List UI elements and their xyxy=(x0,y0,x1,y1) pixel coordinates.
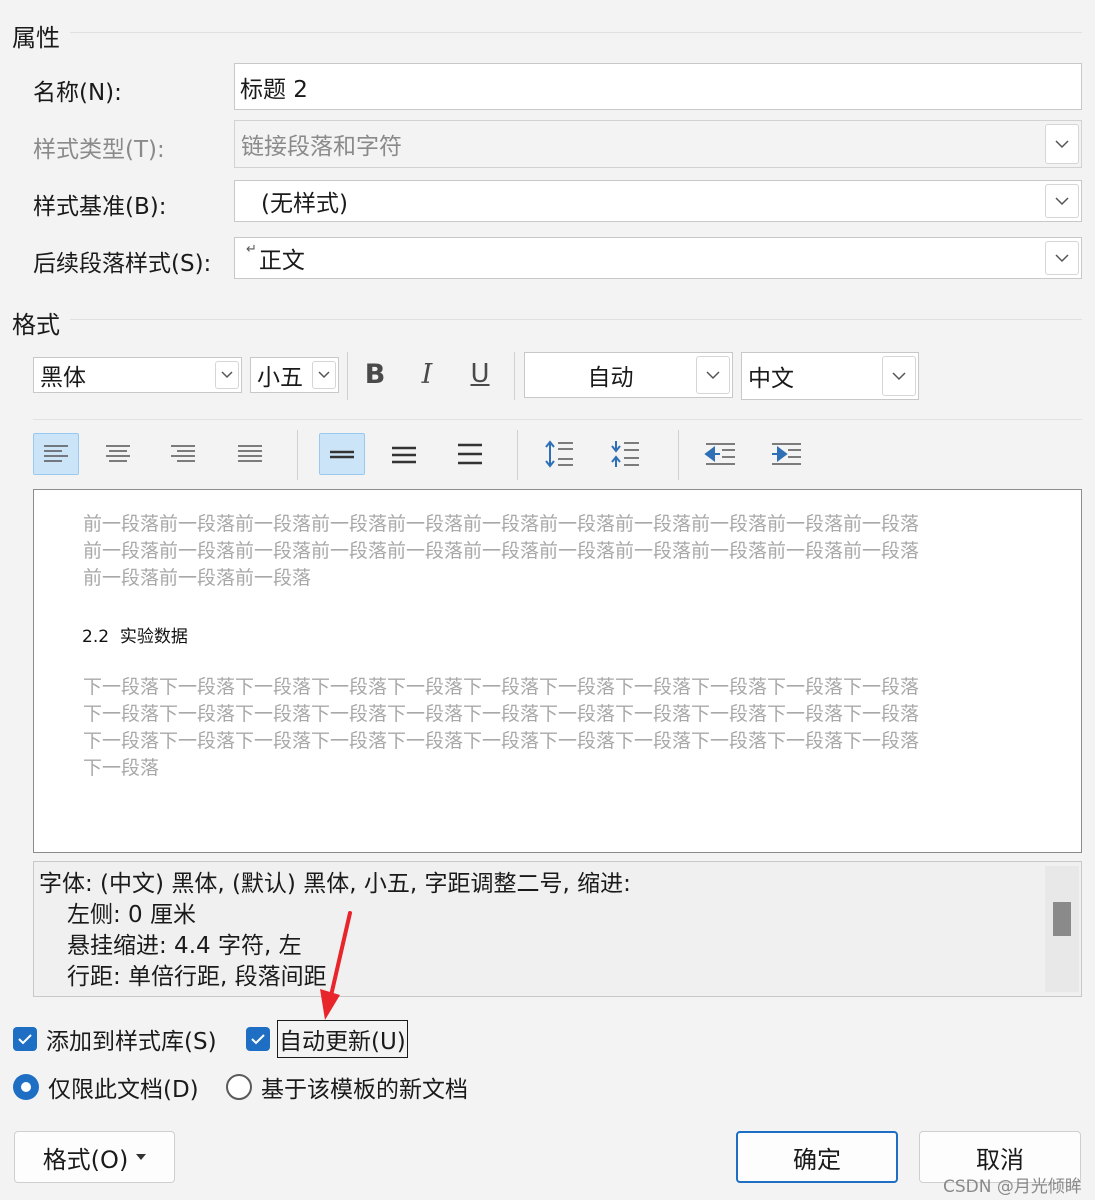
align-center-button[interactable] xyxy=(95,433,141,475)
bold-button[interactable]: B xyxy=(355,356,395,392)
only-this-doc-radio[interactable]: 仅限此文档(D) xyxy=(13,1070,199,1104)
name-label: 名称(N): xyxy=(33,80,122,106)
properties-section-title: 属性 xyxy=(12,24,60,52)
auto-update-checkbox[interactable]: 自动更新(U) xyxy=(246,1020,408,1058)
format-section-title: 格式 xyxy=(12,311,60,339)
auto-update-label: 自动更新(U) xyxy=(277,1020,408,1058)
align-right-icon xyxy=(171,445,195,462)
based-on-label: 样式基准(B): xyxy=(33,194,167,220)
single-spacing-button[interactable] xyxy=(319,433,365,475)
chevron-down-icon xyxy=(882,356,916,396)
next-style-value: 正文 xyxy=(258,248,305,274)
italic-button[interactable]: I xyxy=(407,356,447,392)
radio-selected-icon xyxy=(13,1074,39,1100)
align-left-icon xyxy=(44,445,68,462)
double-spacing-button[interactable] xyxy=(447,433,493,475)
align-left-button[interactable] xyxy=(33,433,79,475)
scrollbar-thumb[interactable] xyxy=(1053,902,1071,936)
align-center-icon xyxy=(106,445,130,462)
one-half-spacing-icon xyxy=(392,446,416,464)
toolbar-separator xyxy=(347,352,348,400)
add-to-gallery-checkbox[interactable]: 添加到样式库(S) xyxy=(13,1022,217,1056)
format-menu-button[interactable]: 格式(O) xyxy=(14,1131,175,1183)
increase-indent-icon xyxy=(772,443,801,465)
dropdown-caret-icon xyxy=(136,1154,147,1160)
double-spacing-icon xyxy=(458,443,482,465)
chevron-down-icon xyxy=(215,361,239,389)
checkbox-checked-icon xyxy=(246,1027,270,1051)
font-color-select[interactable]: 自动 xyxy=(524,352,733,398)
style-type-select[interactable]: 链接段落和字符 xyxy=(234,120,1082,168)
format-divider xyxy=(70,319,1082,320)
based-on-select[interactable]: (无样式) xyxy=(234,180,1082,222)
only-this-doc-label: 仅限此文档(D) xyxy=(48,1077,199,1103)
chevron-down-icon xyxy=(1045,124,1079,164)
paragraph-mark-icon: ↵ xyxy=(246,242,257,257)
name-input-value: 标题 2 xyxy=(240,76,308,103)
style-preview: 前一段落前一段落前一段落前一段落前一段落前一段落前一段落前一段落前一段落前一段落… xyxy=(33,489,1082,853)
description-scrollbar[interactable] xyxy=(1045,866,1079,992)
font-color-value: 自动 xyxy=(587,365,634,391)
toolbar-separator xyxy=(514,352,515,400)
increase-spacing-icon xyxy=(545,440,573,468)
preview-previous-paragraph: 前一段落前一段落前一段落前一段落前一段落前一段落前一段落前一段落前一段落前一段落… xyxy=(83,511,919,592)
script-select[interactable]: 中文 xyxy=(741,352,919,400)
preview-prev-line: 前一段落前一段落前一段落前一段落前一段落前一段落前一段落前一段落前一段落前一段落… xyxy=(83,540,920,562)
preview-next-paragraph: 下一段落下一段落下一段落下一段落下一段落下一段落下一段落下一段落下一段落下一段落… xyxy=(83,674,919,782)
preview-prev-line: 前一段落前一段落前一段落前一段落前一段落前一段落前一段落前一段落前一段落前一段落… xyxy=(83,513,920,535)
underline-button[interactable]: U xyxy=(460,356,500,392)
toolbar-separator xyxy=(297,430,298,480)
new-docs-template-radio[interactable]: 基于该模板的新文档 xyxy=(226,1070,468,1104)
preview-sample-text: 2.2 实验数据 xyxy=(82,627,188,647)
preview-next-line: 下一段落下一段落下一段落下一段落下一段落下一段落下一段落下一段落下一段落下一段落… xyxy=(83,676,920,698)
decrease-indent-icon xyxy=(704,443,735,465)
style-type-label: 样式类型(T): xyxy=(33,137,165,163)
preview-next-line: 下一段落 xyxy=(83,757,160,779)
description-line: 字体: (中文) 黑体, (默认) 黑体, 小五, 字距调整二号, 缩进: xyxy=(39,871,631,897)
script-value: 中文 xyxy=(748,366,794,392)
decrease-indent-button[interactable] xyxy=(697,433,743,475)
chevron-down-icon xyxy=(696,356,730,394)
ok-button[interactable]: 确定 xyxy=(736,1131,898,1183)
format-button-label: 格式(O) xyxy=(42,1145,129,1174)
decrease-paragraph-spacing-button[interactable] xyxy=(601,433,647,475)
font-size-value: 小五 xyxy=(257,365,303,391)
based-on-value: (无样式) xyxy=(261,191,348,217)
one-half-spacing-button[interactable] xyxy=(381,433,427,475)
style-type-value: 链接段落和字符 xyxy=(241,134,402,160)
chevron-down-icon xyxy=(1045,184,1079,218)
style-description: 字体: (中文) 黑体, (默认) 黑体, 小五, 字距调整二号, 缩进: 左侧… xyxy=(33,861,1082,997)
next-style-select[interactable]: ↵ 正文 xyxy=(234,237,1082,279)
font-name-value: 黑体 xyxy=(40,365,86,391)
radio-unselected-icon xyxy=(226,1074,252,1100)
name-input[interactable]: 标题 2 xyxy=(234,63,1082,110)
properties-divider xyxy=(70,32,1082,33)
preview-next-line: 下一段落下一段落下一段落下一段落下一段落下一段落下一段落下一段落下一段落下一段落… xyxy=(83,730,920,752)
chevron-down-icon xyxy=(1045,241,1079,275)
justify-icon xyxy=(238,445,262,462)
font-name-select[interactable]: 黑体 xyxy=(33,357,242,393)
new-docs-template-label: 基于该模板的新文档 xyxy=(261,1077,468,1103)
checkbox-checked-icon xyxy=(13,1027,37,1051)
toolbar-divider xyxy=(33,419,1082,420)
watermark: CSDN @月光倾眸 xyxy=(943,1177,1082,1197)
toolbar-separator xyxy=(678,430,679,480)
annotation-arrow-icon xyxy=(320,911,352,1020)
preview-prev-line: 前一段落前一段落前一段落 xyxy=(83,567,312,589)
chevron-down-icon xyxy=(312,361,336,389)
increase-indent-button[interactable] xyxy=(763,433,809,475)
increase-paragraph-spacing-button[interactable] xyxy=(535,433,581,475)
align-right-button[interactable] xyxy=(160,433,206,475)
justify-button[interactable] xyxy=(227,433,273,475)
add-to-gallery-label: 添加到样式库(S) xyxy=(46,1029,217,1055)
next-style-label: 后续段落样式(S): xyxy=(33,251,212,277)
preview-next-line: 下一段落下一段落下一段落下一段落下一段落下一段落下一段落下一段落下一段落下一段落… xyxy=(83,703,920,725)
toolbar-separator xyxy=(517,430,518,480)
single-spacing-icon xyxy=(330,450,354,459)
font-size-select[interactable]: 小五 xyxy=(250,357,339,393)
decrease-spacing-icon xyxy=(611,441,639,467)
